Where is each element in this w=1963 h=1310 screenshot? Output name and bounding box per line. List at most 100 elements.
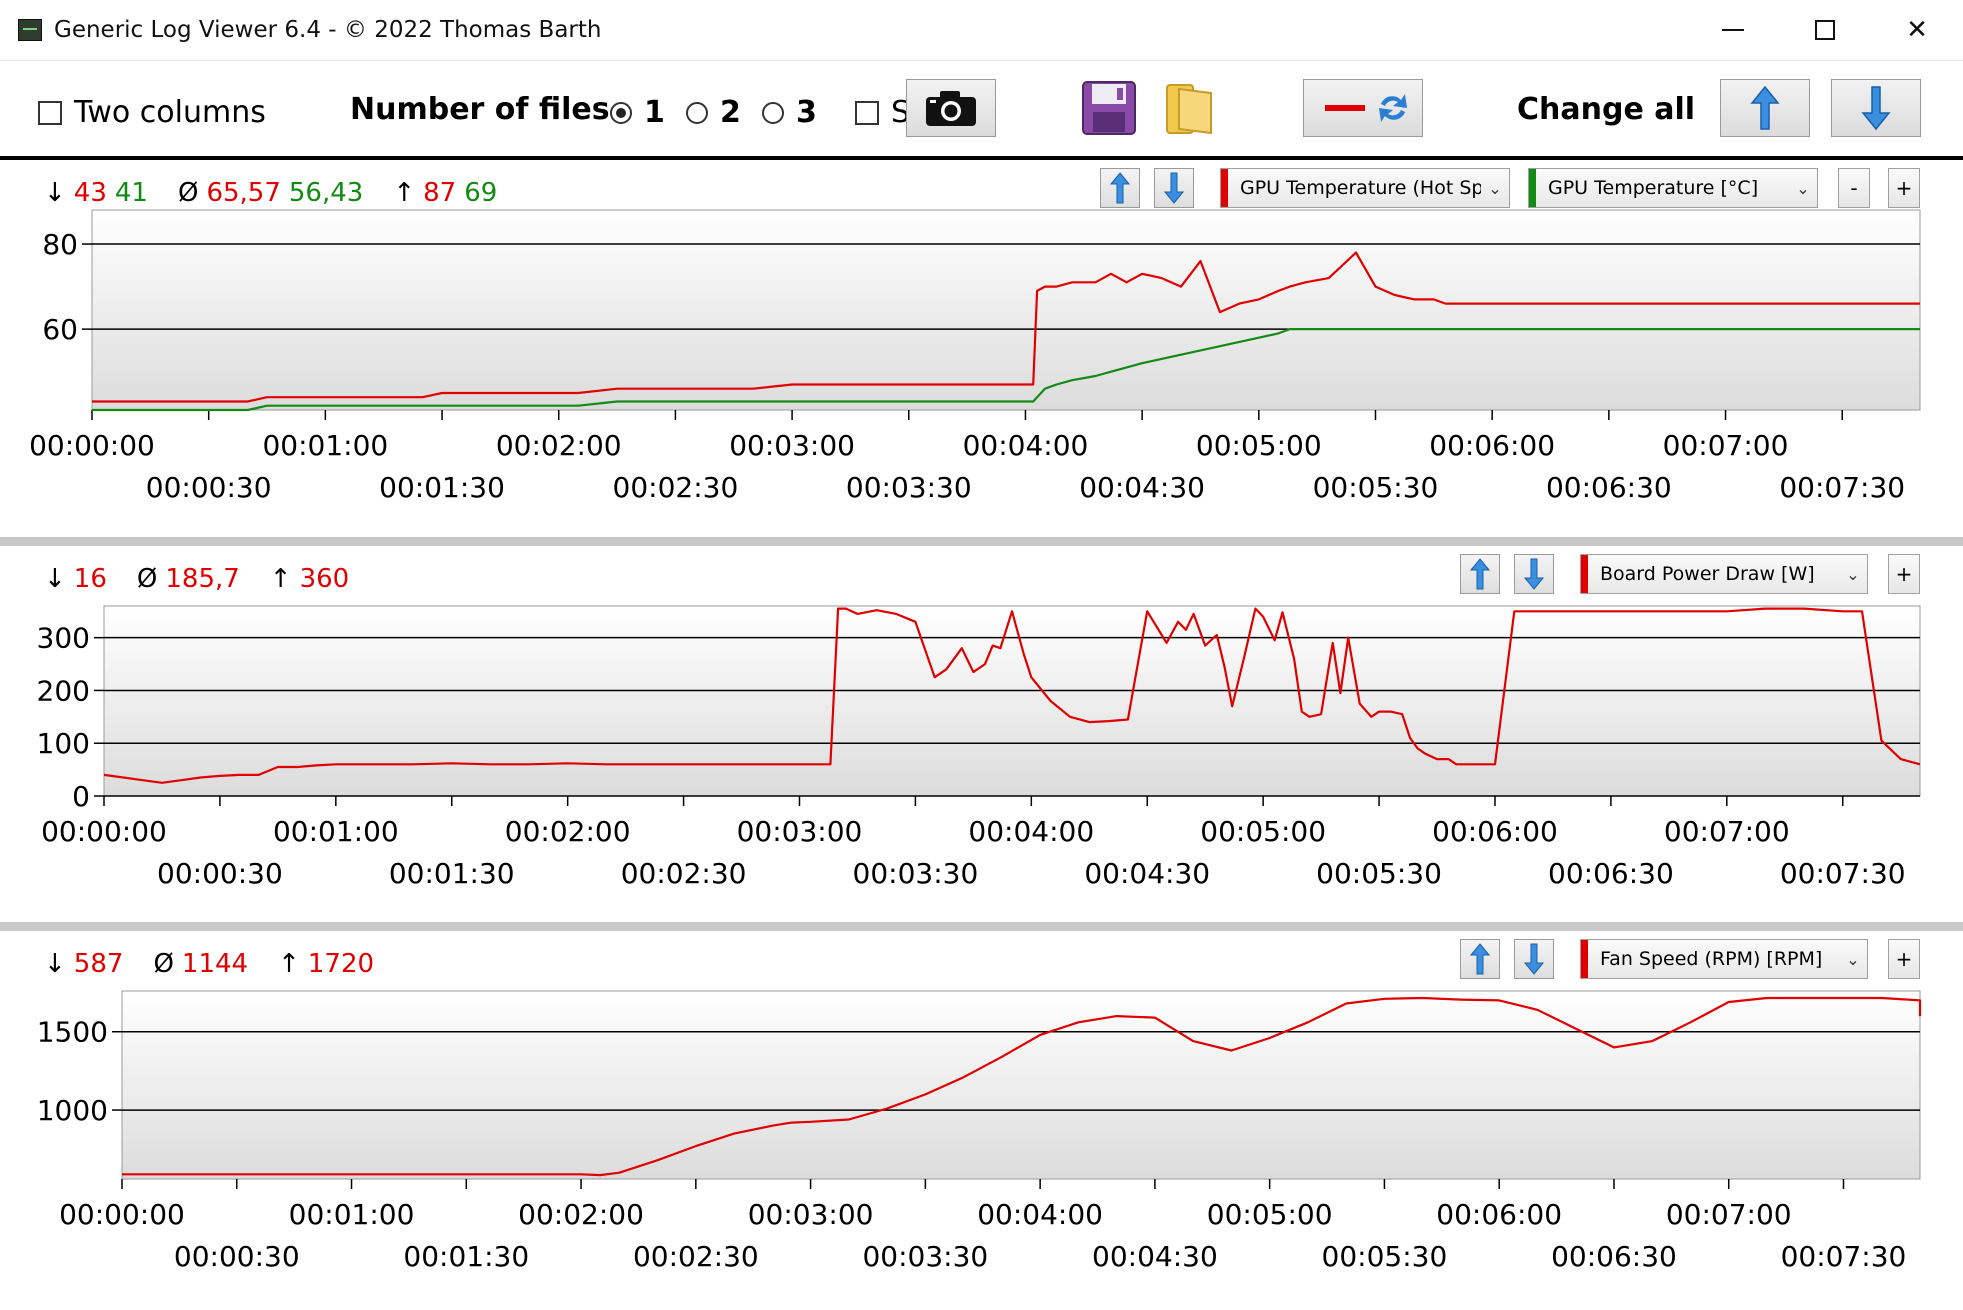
x-tick-label: 00:02:00 xyxy=(505,815,631,848)
fan-speed-chart: 1000 1500 00:00:00 00:01:00 00:02:00 00:03:00… xyxy=(37,990,1922,1273)
x-tick-label: 00:01:00 xyxy=(289,1198,415,1231)
x-tick-label: 00:07:30 xyxy=(1781,1240,1907,1273)
x-tick-label: 00:02:00 xyxy=(518,1198,644,1231)
x-tick-label: 00:00:30 xyxy=(174,1240,300,1273)
y-tick-label: 100 xyxy=(37,727,90,760)
x-tick-label: 00:06:00 xyxy=(1436,1198,1562,1231)
x-tick-label: 00:07:30 xyxy=(1780,857,1906,890)
x-tick-label: 00:00:00 xyxy=(41,815,167,848)
x-tick-label: 00:02:30 xyxy=(613,471,739,504)
x-tick-label: 00:01:00 xyxy=(273,815,399,848)
floppy-disk-icon xyxy=(1082,81,1136,135)
x-tick-label: 00:01:00 xyxy=(262,429,388,462)
arrow-down-icon xyxy=(1861,86,1891,131)
x-tick-label: 00:03:00 xyxy=(748,1198,874,1231)
minimize-button[interactable] xyxy=(1687,0,1779,60)
plot-area xyxy=(121,990,1921,1180)
file-count-radio-3[interactable]: 3 xyxy=(762,95,817,130)
gpu-temperature-chart: 60 80 00:00:00 00:01:00 00:02:00 00:03:00 00:0… xyxy=(29,209,1921,504)
x-tick-label: 00:07:00 xyxy=(1666,1198,1792,1231)
minimize-icon xyxy=(1722,29,1744,31)
title-bar: Generic Log Viewer 6.4 - © 2022 Thomas B… xyxy=(0,0,1963,61)
x-tick-label: 00:03:00 xyxy=(737,815,863,848)
radio-label-3: 3 xyxy=(796,95,817,130)
chart-panel-fan-speed: ↓ 587 Ø 1144 ↑ 1720 Fan Speed (RPM) [RPM… xyxy=(0,931,1963,1310)
screenshot-button[interactable] xyxy=(906,79,996,137)
x-tick-label: 00:07:30 xyxy=(1779,471,1905,504)
x-tick-label: 00:05:00 xyxy=(1196,429,1322,462)
x-tick-label: 00:05:00 xyxy=(1200,815,1326,848)
x-tick-label: 00:00:00 xyxy=(59,1198,185,1231)
app-icon xyxy=(18,19,42,41)
plot-area xyxy=(103,605,1921,797)
x-tick-label: 00:05:00 xyxy=(1207,1198,1333,1231)
y-tick-label: 60 xyxy=(42,313,78,346)
file-count-radio-2[interactable]: 2 xyxy=(686,95,741,130)
x-tick-label: 00:06:30 xyxy=(1546,471,1672,504)
x-tick-label: 00:02:00 xyxy=(496,429,622,462)
close-button[interactable]: ✕ xyxy=(1871,0,1963,60)
window-controls: ✕ xyxy=(1687,0,1963,60)
x-tick-label: 00:07:00 xyxy=(1663,429,1789,462)
x-tick-label: 00:06:00 xyxy=(1429,429,1555,462)
panel-divider xyxy=(0,537,1963,546)
board-power-chart: 0 100 200 300 00:00:00 00:01:00 00:02:00 00:03:… xyxy=(37,605,1921,890)
x-tick-label: 00:01:30 xyxy=(379,471,505,504)
two-columns-checkbox-box[interactable] xyxy=(38,100,62,125)
y-tick-label: 1500 xyxy=(37,1016,108,1049)
line-refresh-button[interactable] xyxy=(1303,79,1423,137)
move-all-up-button[interactable] xyxy=(1720,79,1810,137)
x-tick-label: 00:04:00 xyxy=(968,815,1094,848)
close-icon: ✕ xyxy=(1906,15,1928,45)
x-tick-label: 00:04:30 xyxy=(1079,471,1205,504)
x-tick-label: 00:04:30 xyxy=(1092,1240,1218,1273)
x-tick-label: 00:00:30 xyxy=(146,471,272,504)
x-tick-label: 00:05:30 xyxy=(1316,857,1442,890)
x-tick-label: 00:01:30 xyxy=(403,1240,529,1273)
x-tick-label: 00:06:30 xyxy=(1551,1240,1677,1273)
radio-dot-1[interactable] xyxy=(610,101,632,124)
folder-icon xyxy=(1166,84,1212,135)
panel-divider xyxy=(0,922,1963,931)
number-of-files-label: Number of files xyxy=(350,92,610,127)
move-all-down-button[interactable] xyxy=(1831,79,1921,137)
red-line-refresh-icon xyxy=(1325,94,1407,122)
x-tick-label: 00:07:00 xyxy=(1664,815,1790,848)
x-tick-label: 00:00:30 xyxy=(157,857,283,890)
x-tick-label: 00:04:00 xyxy=(963,429,1089,462)
radio-label-1: 1 xyxy=(644,95,665,130)
save-button[interactable] xyxy=(1080,79,1138,137)
x-tick-label: 00:02:30 xyxy=(633,1240,759,1273)
window-title: Generic Log Viewer 6.4 - © 2022 Thomas B… xyxy=(54,17,602,43)
x-tick-label: 00:02:30 xyxy=(621,857,747,890)
x-tick-label: 00:03:00 xyxy=(729,429,855,462)
x-tick-label: 00:04:00 xyxy=(977,1198,1103,1231)
toolbar: Two columns Number of files 1 2 3 S Chan… xyxy=(0,62,1963,156)
plot-area xyxy=(91,209,1921,411)
y-tick-label: 1000 xyxy=(37,1094,108,1127)
y-tick-label: 200 xyxy=(37,674,90,707)
y-tick-label: 0 xyxy=(72,780,90,813)
y-tick-label: 80 xyxy=(42,228,78,261)
maximize-icon xyxy=(1815,20,1835,40)
radio-label-2: 2 xyxy=(720,95,741,130)
chart-panel-gpu-temperature: ↓ 43 41 Ø 65,57 56,43 ↑ 87 69 GPU Temper… xyxy=(0,160,1963,537)
arrow-up-icon xyxy=(1750,85,1780,130)
open-button[interactable] xyxy=(1160,79,1220,137)
file-count-radio-1[interactable]: 1 xyxy=(610,95,665,130)
x-tick-label: 00:03:30 xyxy=(846,471,972,504)
sync-checkbox-box[interactable] xyxy=(855,100,879,125)
radio-dot-2[interactable] xyxy=(686,101,708,124)
x-tick-label: 00:06:00 xyxy=(1432,815,1558,848)
two-columns-label: Two columns xyxy=(74,95,266,130)
x-tick-label: 00:05:30 xyxy=(1322,1240,1448,1273)
x-tick-label: 00:06:30 xyxy=(1548,857,1674,890)
x-tick-label: 00:03:30 xyxy=(853,857,979,890)
maximize-button[interactable] xyxy=(1779,0,1871,60)
chart-panel-board-power: ↓ 16 Ø 185,7 ↑ 360 Board Power Draw [W] … xyxy=(0,546,1963,922)
x-tick-label: 00:00:00 xyxy=(29,429,155,462)
radio-dot-3[interactable] xyxy=(762,101,784,124)
x-tick-label: 00:05:30 xyxy=(1313,471,1439,504)
x-tick-label: 00:01:30 xyxy=(389,857,515,890)
two-columns-checkbox[interactable]: Two columns xyxy=(38,95,266,130)
